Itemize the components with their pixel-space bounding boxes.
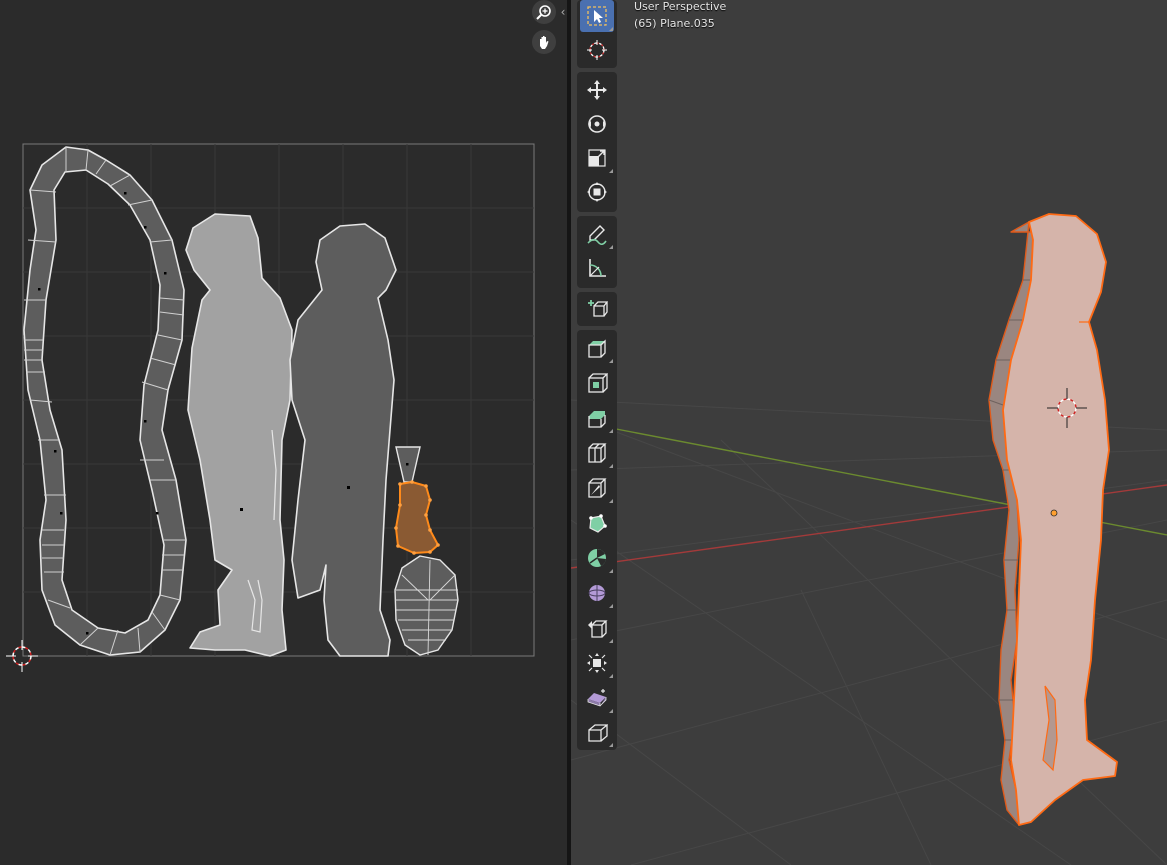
tool-group-transform [577,72,617,212]
smooth-icon [588,585,606,601]
edge-slide-icon [588,620,608,638]
object-origin-icon [1050,509,1058,517]
tool-group-add [577,292,617,326]
shear-icon [587,689,607,707]
tool-add-cube[interactable] [580,293,614,325]
knife-icon [588,478,607,498]
measure-icon [589,259,606,277]
rotate-icon [588,115,606,133]
sidebar-collapse-icon[interactable]: ‹ [558,4,567,20]
transform-icon [587,182,607,202]
tool-spin[interactable] [580,542,614,574]
tool-select-box[interactable] [580,0,614,32]
active-object-label: (65) Plane.035 [634,17,715,30]
zoom-button[interactable] [532,0,556,24]
uv-2d-cursor-icon [6,640,38,672]
tool-poly-build[interactable] [580,507,614,539]
uv-canvas[interactable] [0,0,567,865]
tool-annotate[interactable] [580,218,614,250]
viewport-info-overlay: User Perspective (65) Plane.035 [634,0,726,32]
tool-group-select [577,0,617,68]
uv-editor[interactable]: ‹ [0,0,567,865]
tool-rotate[interactable] [580,108,614,140]
tool-group-mesh [577,330,617,750]
inset-faces-icon [588,373,608,393]
tool-group-annotate [577,216,617,288]
add-cube-icon [588,300,608,317]
tool-transform[interactable] [580,176,614,208]
loop-cut-icon [588,443,607,463]
tool-bevel[interactable] [580,402,614,434]
tool-edge-slide[interactable] [580,612,614,644]
zoom-icon [536,5,551,20]
shrink-fatten-icon [587,653,607,673]
bevel-icon [588,411,606,428]
cursor-icon [587,40,607,60]
annotate-icon [587,225,607,245]
viewport-canvas[interactable] [571,0,1167,865]
select-box-icon [587,6,607,26]
extrude-region-icon [588,339,606,358]
tool-rip-region[interactable] [580,716,614,748]
uv-island-side-strip [23,146,187,656]
view-perspective-label: User Perspective [634,0,727,13]
uv-island-back [289,223,397,657]
rip-region-icon [588,724,608,742]
uv-island-front [185,213,293,657]
scale-icon [588,149,606,167]
3d-viewport[interactable]: User Perspective (65) Plane.035 [571,0,1167,865]
tool-cursor[interactable] [580,34,614,66]
uv-island-selected [395,481,439,554]
tool-move[interactable] [580,74,614,106]
tool-shrink-fatten[interactable] [580,647,614,679]
tool-shear[interactable] [580,682,614,714]
tool-measure[interactable] [580,252,614,284]
tool-knife[interactable] [580,472,614,504]
poly-build-icon [589,514,607,533]
tool-smooth[interactable] [580,577,614,609]
tool-inset[interactable] [580,367,614,399]
move-icon [587,80,607,100]
tool-scale[interactable] [580,142,614,174]
tool-extrude[interactable] [580,332,614,364]
pan-hand-icon [540,36,549,49]
spin-icon [588,549,606,567]
tool-loop-cut[interactable] [580,437,614,469]
pan-button[interactable] [532,30,556,54]
